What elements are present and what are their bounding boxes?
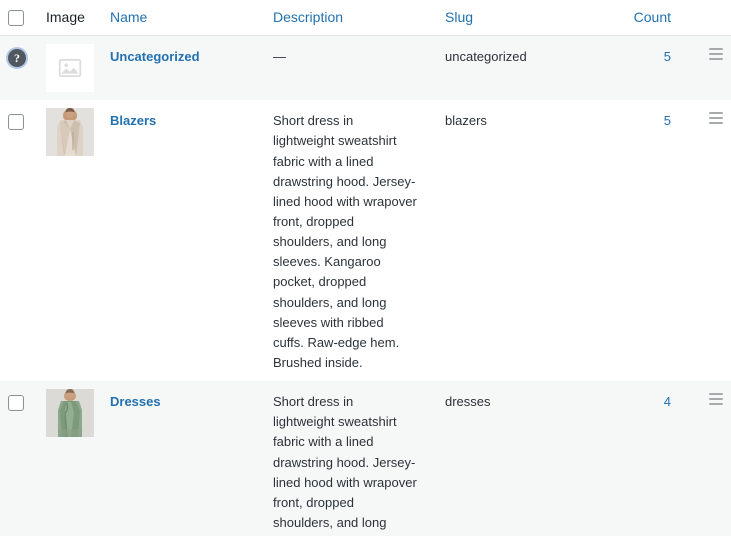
drag-handle-icon[interactable] <box>709 48 723 61</box>
column-header-image: Image <box>38 0 100 37</box>
category-name-link[interactable]: Uncategorized <box>110 49 200 64</box>
row-selector-cell <box>0 100 38 382</box>
category-description: Short dress in lightweight sweatshirt fa… <box>273 394 417 536</box>
category-name-link[interactable]: Blazers <box>110 113 156 128</box>
row-order-cell <box>693 381 731 536</box>
category-slug: dresses <box>445 394 491 410</box>
row-thumbnail-cell <box>38 100 100 382</box>
column-header-image-label: Image <box>46 9 85 26</box>
row-thumbnail-cell <box>38 35 100 101</box>
row-count-cell: 5 <box>617 100 693 382</box>
row-count-cell: 4 <box>617 381 693 536</box>
column-header-description[interactable]: Description <box>263 0 435 37</box>
drag-handle-icon[interactable] <box>709 393 723 406</box>
table-row: Blazers Short dress in lightweight sweat… <box>0 100 731 382</box>
column-header-slug[interactable]: Slug <box>435 0 617 37</box>
row-count-cell: 5 <box>617 35 693 101</box>
row-slug-cell: uncategorized <box>435 35 617 101</box>
column-header-count-label[interactable]: Count <box>634 9 671 25</box>
row-thumbnail-cell <box>38 381 100 536</box>
row-checkbox[interactable] <box>8 113 24 130</box>
row-order-cell <box>693 100 731 382</box>
product-categories-table: Image Name Description Slug Count ? Unca… <box>0 0 731 536</box>
drag-handle-icon[interactable] <box>709 112 723 125</box>
category-count-link[interactable]: 5 <box>664 113 671 128</box>
row-description-cell: Short dress in lightweight sweatshirt fa… <box>263 100 435 382</box>
row-checkbox[interactable] <box>8 394 24 411</box>
row-name-cell: Blazers <box>100 100 263 382</box>
row-selector-cell <box>0 381 38 536</box>
category-description: Short dress in lightweight sweatshirt fa… <box>273 113 417 370</box>
column-header-name[interactable]: Name <box>100 0 263 37</box>
table-row: ? Uncategorized — uncategorized 5 <box>0 35 731 101</box>
category-count-link[interactable]: 5 <box>664 49 671 64</box>
category-slug: blazers <box>445 113 487 129</box>
row-description-cell: Short dress in lightweight sweatshirt fa… <box>263 381 435 536</box>
table-header-row: Image Name Description Slug Count <box>0 0 731 37</box>
category-name-link[interactable]: Dresses <box>110 394 161 409</box>
row-order-cell <box>693 35 731 101</box>
column-header-description-label[interactable]: Description <box>273 9 343 25</box>
category-count-link[interactable]: 4 <box>664 394 671 409</box>
column-header-slug-label[interactable]: Slug <box>445 9 473 25</box>
help-icon[interactable]: ? <box>8 48 26 67</box>
table-body: ? Uncategorized — uncategorized 5 Blazer… <box>0 35 731 536</box>
select-all-header <box>0 0 38 37</box>
row-slug-cell: dresses <box>435 381 617 536</box>
select-all-checkbox[interactable] <box>8 10 24 27</box>
row-name-cell: Uncategorized <box>100 35 263 101</box>
column-header-name-label[interactable]: Name <box>110 9 147 25</box>
blazer-beige-photo <box>46 108 94 157</box>
column-header-count[interactable]: Count <box>617 0 693 37</box>
dress-green-photo <box>46 389 94 438</box>
category-slug: uncategorized <box>445 49 527 65</box>
row-slug-cell: blazers <box>435 100 617 382</box>
table-header: Image Name Description Slug Count <box>0 0 731 37</box>
category-description: — <box>273 49 286 65</box>
image-placeholder-icon <box>46 44 94 93</box>
row-description-cell: — <box>263 35 435 101</box>
table-row: Dresses Short dress in lightweight sweat… <box>0 381 731 536</box>
column-header-order <box>693 0 731 37</box>
row-name-cell: Dresses <box>100 381 263 536</box>
row-selector-cell: ? <box>0 35 38 101</box>
